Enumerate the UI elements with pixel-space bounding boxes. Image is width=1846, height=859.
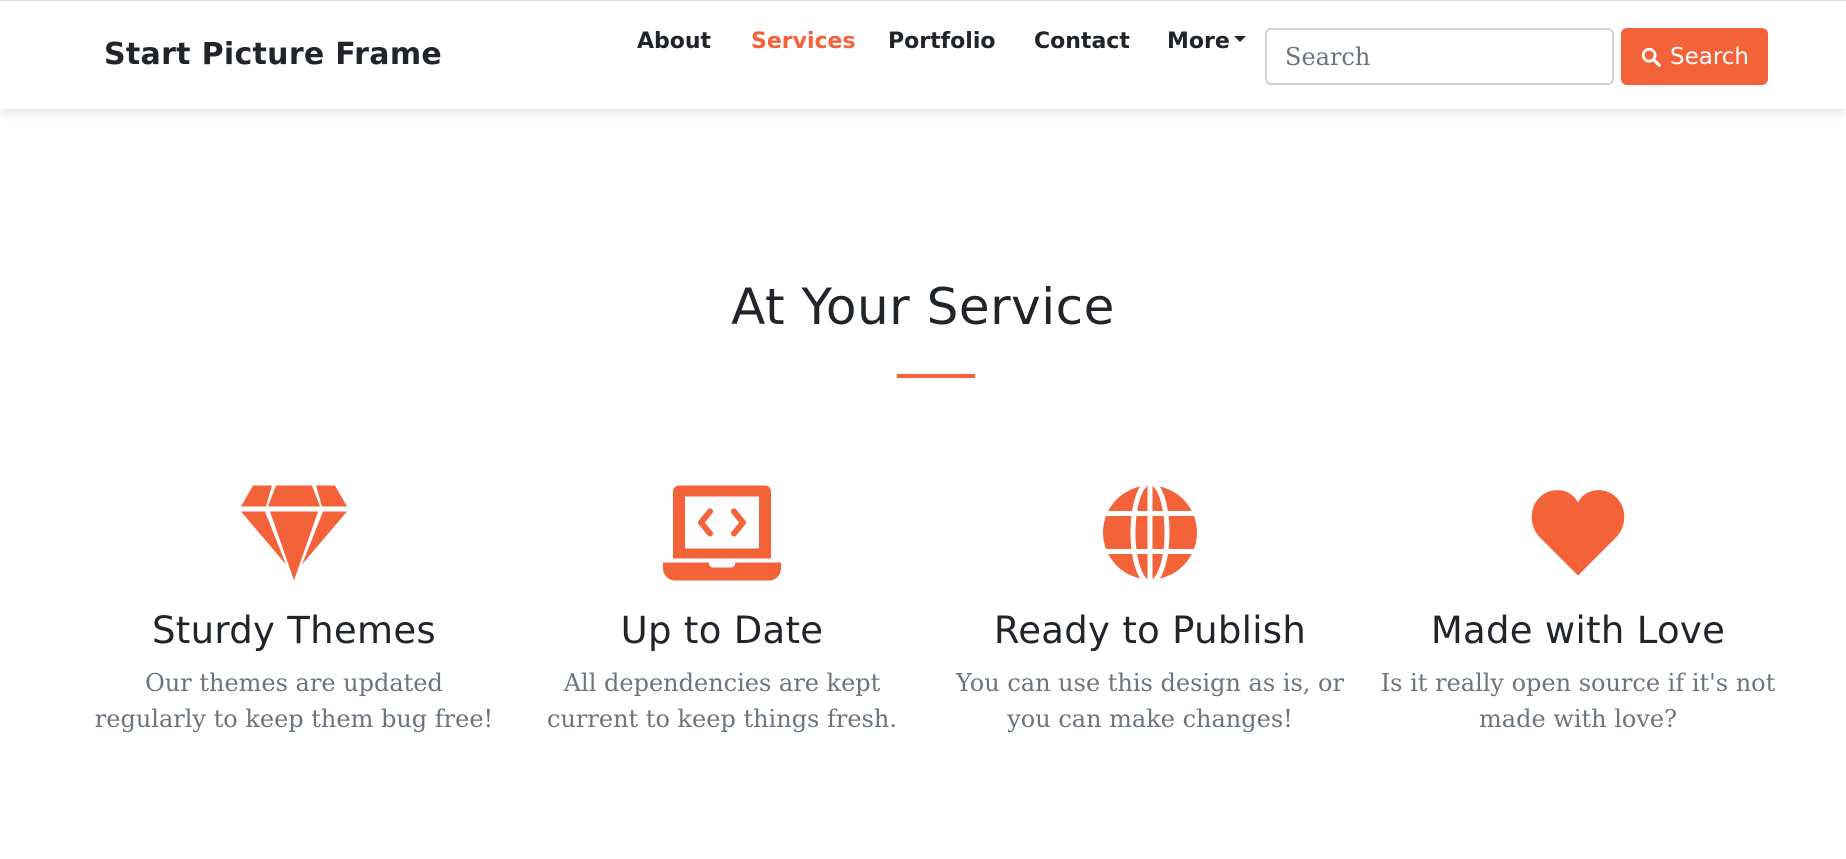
feature-text: You can use this design as is, or you ca… xyxy=(956,669,1344,734)
nav-link-more-label: More xyxy=(1167,29,1230,54)
search-input[interactable] xyxy=(1265,28,1614,85)
feature-text: Is it really open source if it's not mad… xyxy=(1380,669,1776,734)
feature-title: Made with Love xyxy=(1430,609,1726,652)
search-button-label: Search xyxy=(1669,43,1750,70)
feature-card-up-to-date: Up to Date All dependencies are kept cur… xyxy=(512,480,932,737)
feature-card-made-with-love: Made with Love Is it really open source … xyxy=(1368,480,1788,737)
caret-down-icon xyxy=(1233,36,1246,42)
feature-text: Our themes are updated regularly to keep… xyxy=(94,669,494,734)
search-button[interactable]: Search xyxy=(1621,28,1768,85)
feature-title: Up to Date xyxy=(620,609,824,652)
nav-link-about[interactable]: About xyxy=(637,29,711,54)
search-icon xyxy=(1641,47,1661,67)
globe-icon xyxy=(1103,485,1197,580)
section-title: At Your Service xyxy=(731,278,1115,336)
feature-title: Sturdy Themes xyxy=(152,609,436,652)
gem-icon xyxy=(241,485,347,581)
feature-text: All dependencies are kept current to kee… xyxy=(547,669,897,734)
heart-icon xyxy=(1531,490,1625,576)
feature-title: Ready to Publish xyxy=(993,609,1307,652)
title-divider xyxy=(897,374,975,378)
laptop-code-icon xyxy=(663,485,781,581)
feature-card-sturdy-themes: Sturdy Themes Our themes are updated reg… xyxy=(84,480,504,737)
nav-link-services[interactable]: Services xyxy=(751,29,856,54)
nav-link-contact[interactable]: Contact xyxy=(1034,29,1130,54)
nav-link-portfolio[interactable]: Portfolio xyxy=(888,29,996,54)
nav-dropdown-more[interactable]: More xyxy=(1167,29,1246,54)
navbar: Start Picture Frame About Services Portf… xyxy=(0,0,1846,109)
feature-card-ready-to-publish: Ready to Publish You can use this design… xyxy=(940,480,1360,737)
